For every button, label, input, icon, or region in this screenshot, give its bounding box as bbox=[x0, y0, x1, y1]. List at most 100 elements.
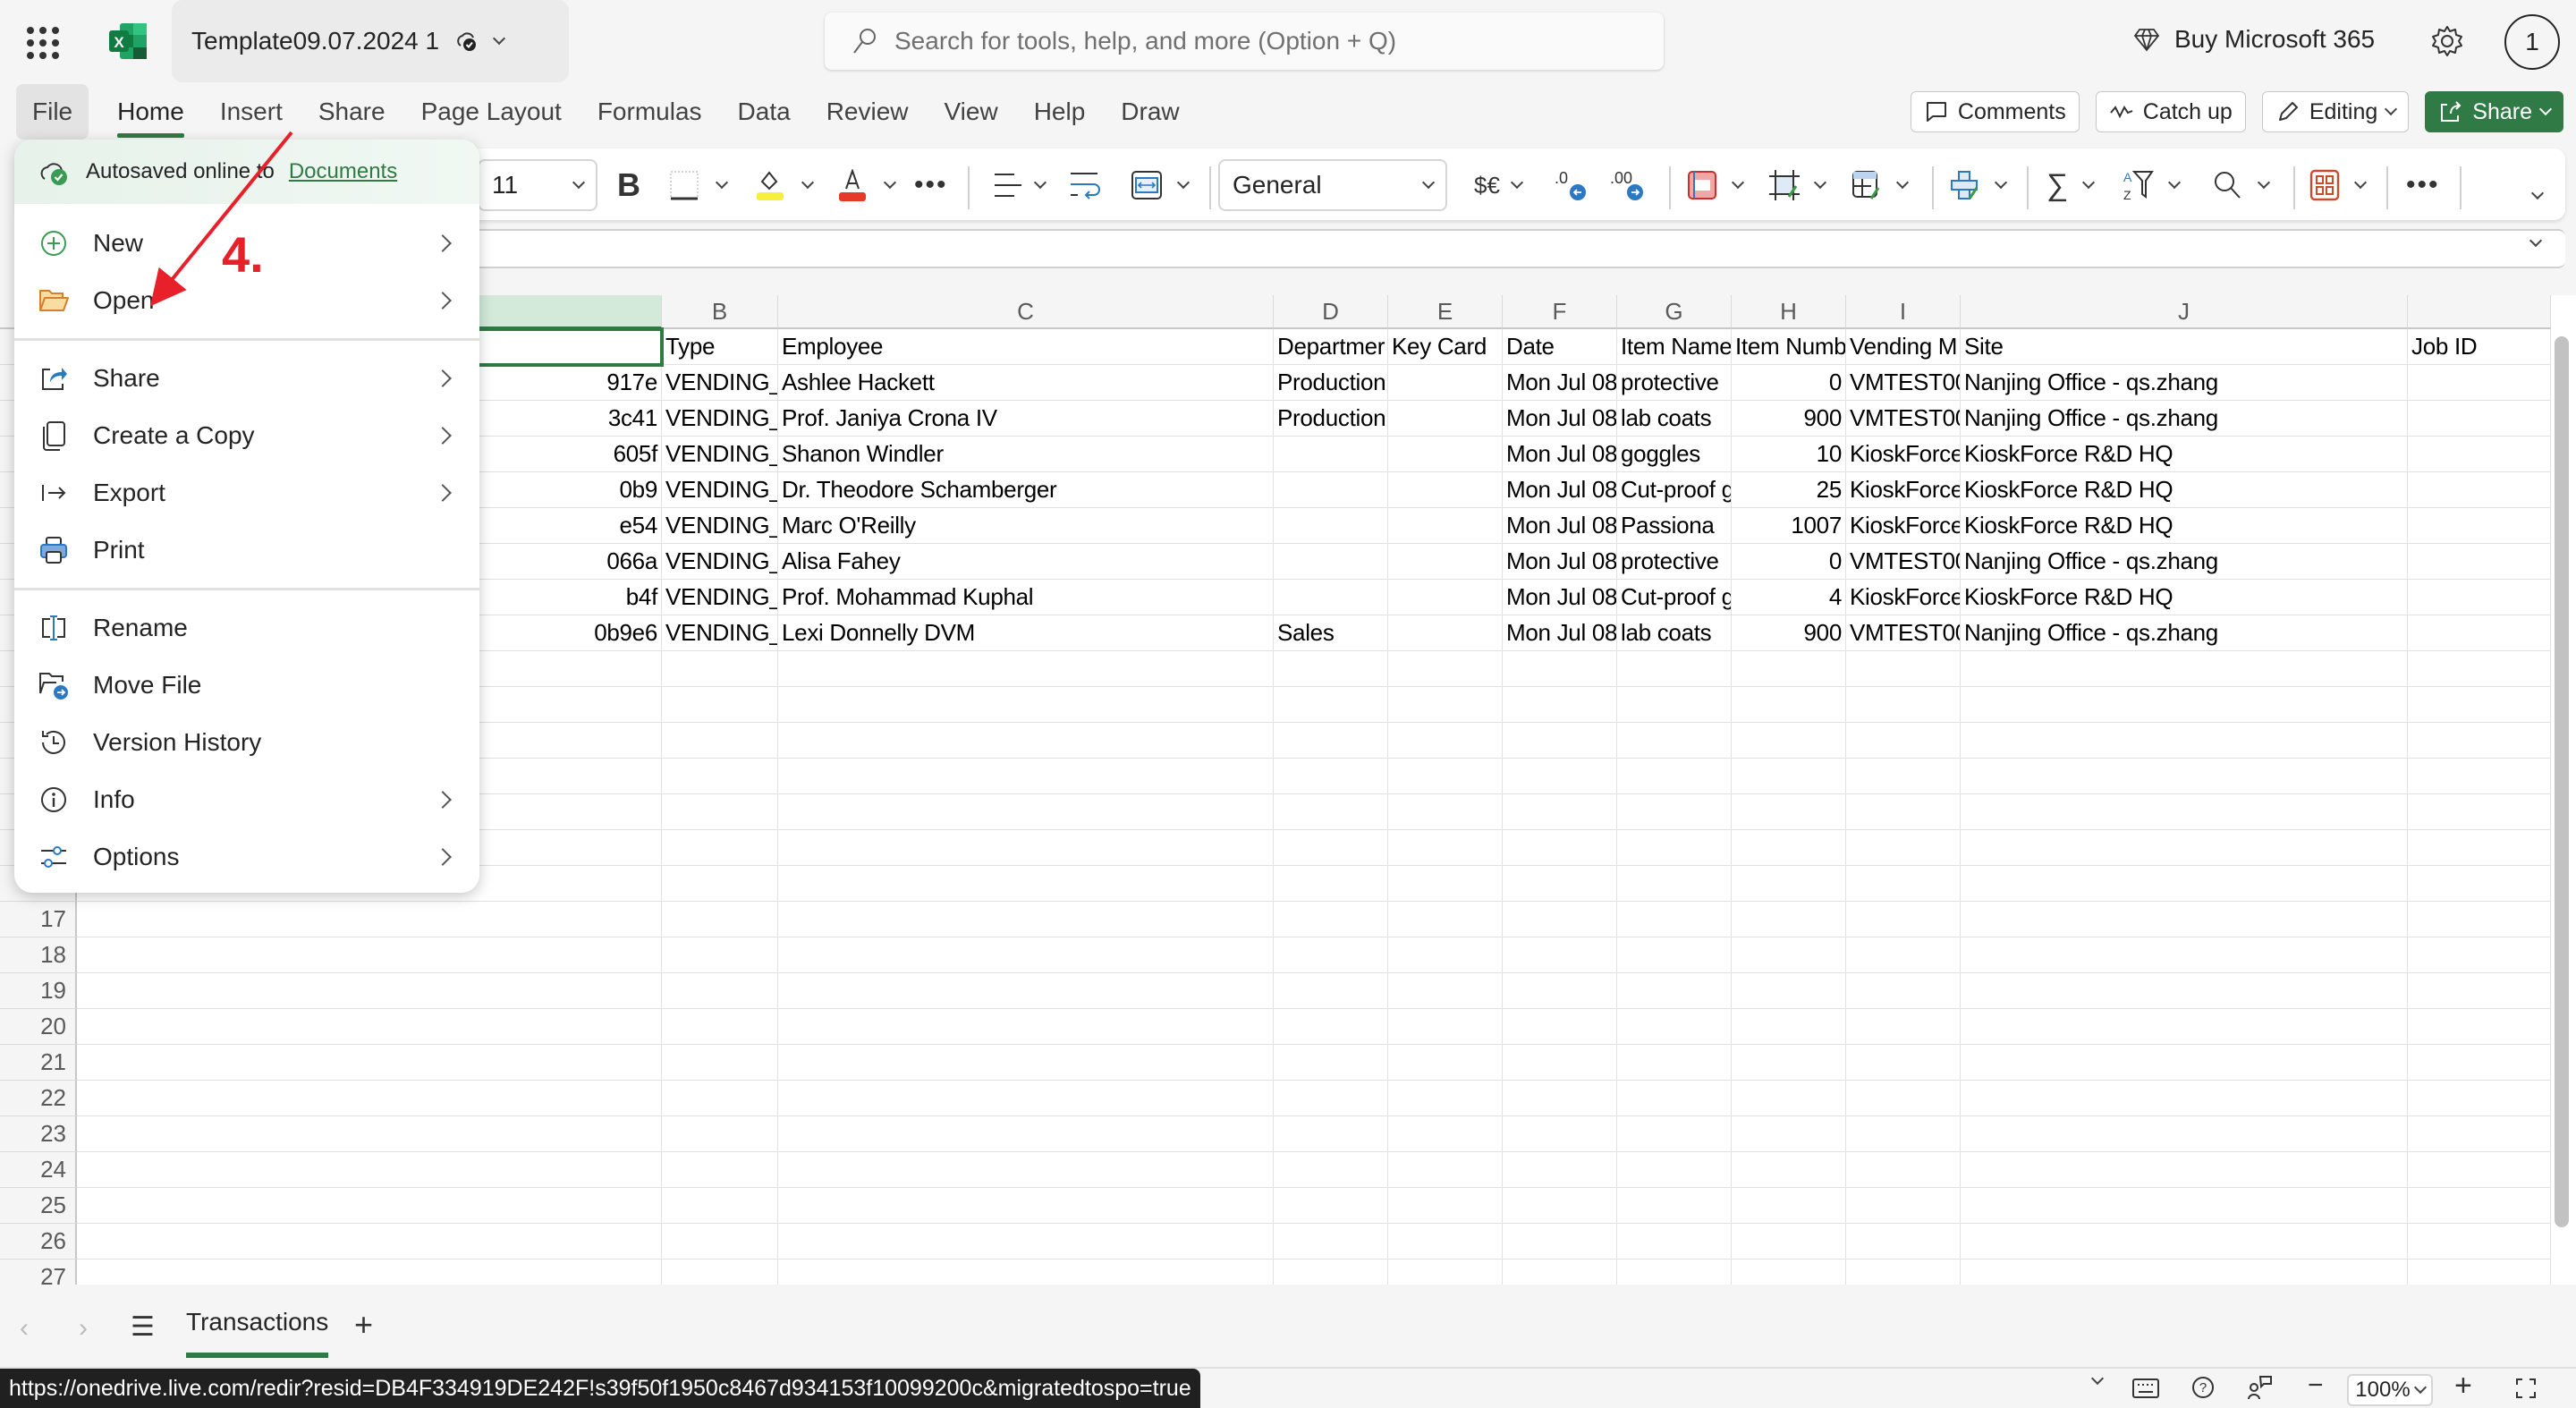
empty-cell[interactable] bbox=[2408, 1081, 2551, 1116]
empty-cell[interactable] bbox=[662, 866, 778, 902]
empty-cell[interactable] bbox=[1617, 1260, 1732, 1285]
row-header[interactable]: 22 bbox=[0, 1081, 77, 1116]
empty-cell[interactable] bbox=[2408, 651, 2551, 687]
empty-cell[interactable] bbox=[2408, 1224, 2551, 1260]
empty-cell[interactable] bbox=[1846, 794, 1961, 830]
feedback-icon[interactable] bbox=[2247, 1374, 2274, 1401]
data-cell[interactable]: 1007 bbox=[1732, 508, 1846, 544]
empty-cell[interactable] bbox=[662, 1081, 778, 1116]
scroll-sheets-left-icon[interactable]: ‹ bbox=[20, 1313, 29, 1344]
data-cell[interactable]: protective bbox=[1617, 544, 1732, 580]
data-cell[interactable] bbox=[1388, 365, 1503, 401]
data-cell[interactable]: Passiona bbox=[1617, 508, 1732, 544]
row-header[interactable]: 24 bbox=[0, 1152, 77, 1188]
empty-cell[interactable] bbox=[778, 1224, 1274, 1260]
empty-cell[interactable] bbox=[1732, 723, 1846, 759]
empty-cell[interactable] bbox=[662, 830, 778, 866]
file-menu-item-share[interactable]: Share bbox=[14, 350, 479, 407]
empty-cell[interactable] bbox=[1617, 759, 1732, 794]
file-menu-item-version-history[interactable]: Version History bbox=[14, 714, 479, 771]
row-header[interactable]: 27 bbox=[0, 1260, 77, 1285]
empty-cell[interactable] bbox=[1961, 794, 2408, 830]
empty-cell[interactable] bbox=[1388, 794, 1503, 830]
empty-cell[interactable] bbox=[662, 1224, 778, 1260]
row-header[interactable]: 19 bbox=[0, 973, 77, 1009]
empty-cell[interactable] bbox=[1388, 1224, 1503, 1260]
format-as-table-button[interactable] bbox=[1769, 165, 1827, 206]
empty-cell[interactable] bbox=[1503, 973, 1617, 1009]
empty-cell[interactable] bbox=[2408, 1152, 2551, 1188]
data-cell[interactable] bbox=[1388, 615, 1503, 651]
empty-cell[interactable] bbox=[1617, 866, 1732, 902]
empty-cell[interactable] bbox=[778, 830, 1274, 866]
empty-cell[interactable] bbox=[2408, 1116, 2551, 1152]
empty-cell[interactable] bbox=[1274, 651, 1388, 687]
empty-cell[interactable] bbox=[1503, 1045, 1617, 1081]
tab-page-layout[interactable]: Page Layout bbox=[403, 84, 580, 140]
empty-cell[interactable] bbox=[1846, 723, 1961, 759]
data-cell[interactable]: Ashlee Hackett bbox=[778, 365, 1274, 401]
data-cell[interactable] bbox=[2408, 544, 2551, 580]
empty-cell[interactable] bbox=[1617, 1224, 1732, 1260]
empty-cell[interactable] bbox=[1846, 973, 1961, 1009]
empty-cell[interactable] bbox=[1388, 1152, 1503, 1188]
tab-file[interactable]: File bbox=[16, 84, 89, 140]
empty-cell[interactable] bbox=[1274, 973, 1388, 1009]
column-header[interactable]: G bbox=[1617, 295, 1732, 329]
column-header[interactable]: F bbox=[1503, 295, 1617, 329]
empty-cell[interactable] bbox=[1961, 937, 2408, 973]
empty-cell[interactable] bbox=[1961, 1224, 2408, 1260]
header-cell[interactable]: Key Card bbox=[1388, 329, 1503, 365]
expand-formula-bar-icon[interactable] bbox=[2529, 233, 2543, 248]
data-cell[interactable]: 0 bbox=[1732, 365, 1846, 401]
buy-microsoft-365-link[interactable]: Buy Microsoft 365 bbox=[2133, 25, 2375, 54]
tab-insert[interactable]: Insert bbox=[202, 84, 301, 140]
data-cell[interactable]: VMTEST00 bbox=[1846, 615, 1961, 651]
empty-cell[interactable] bbox=[1732, 1152, 1846, 1188]
data-cell[interactable]: VENDING_ bbox=[662, 544, 778, 580]
data-cell[interactable] bbox=[1274, 544, 1388, 580]
document-title[interactable]: Template09.07.2024 1 bbox=[172, 0, 569, 82]
data-cell[interactable]: Production bbox=[1274, 365, 1388, 401]
empty-cell[interactable] bbox=[1617, 937, 1732, 973]
empty-cell[interactable] bbox=[662, 651, 778, 687]
empty-cell[interactable] bbox=[1274, 902, 1388, 937]
empty-cell[interactable] bbox=[1732, 1009, 1846, 1045]
increase-decimal-button[interactable]: .00 bbox=[1610, 165, 1646, 206]
empty-cell[interactable] bbox=[1732, 1260, 1846, 1285]
data-cell[interactable] bbox=[2408, 615, 2551, 651]
empty-cell[interactable] bbox=[1846, 1188, 1961, 1224]
column-header[interactable]: H bbox=[1732, 295, 1846, 329]
data-cell[interactable]: KioskForce bbox=[1846, 508, 1961, 544]
empty-cell[interactable] bbox=[2408, 1009, 2551, 1045]
keyboard-icon[interactable] bbox=[2132, 1378, 2159, 1399]
data-cell[interactable]: VMTEST00 bbox=[1846, 544, 1961, 580]
data-cell[interactable]: VENDING_ bbox=[662, 365, 778, 401]
empty-cell[interactable] bbox=[1388, 1081, 1503, 1116]
align-button[interactable] bbox=[991, 165, 1047, 206]
empty-cell[interactable] bbox=[1388, 973, 1503, 1009]
empty-cell[interactable] bbox=[1961, 651, 2408, 687]
expand-ribbon-button[interactable] bbox=[2530, 175, 2545, 216]
data-cell[interactable]: Production bbox=[1274, 401, 1388, 437]
empty-cell[interactable] bbox=[1732, 1188, 1846, 1224]
data-cell[interactable]: VENDING_ bbox=[662, 580, 778, 615]
empty-cell[interactable] bbox=[662, 1260, 778, 1285]
data-cell[interactable]: Marc O'Reilly bbox=[778, 508, 1274, 544]
column-header[interactable]: D bbox=[1274, 295, 1388, 329]
empty-cell[interactable] bbox=[2408, 759, 2551, 794]
header-cell[interactable]: Vending M bbox=[1846, 329, 1961, 365]
data-cell[interactable]: KioskForce bbox=[1846, 472, 1961, 508]
empty-cell[interactable] bbox=[1503, 1009, 1617, 1045]
empty-cell[interactable] bbox=[778, 1081, 1274, 1116]
empty-cell[interactable] bbox=[1388, 723, 1503, 759]
vertical-scrollbar[interactable] bbox=[2555, 336, 2569, 1227]
column-header[interactable] bbox=[2408, 295, 2551, 329]
data-cell[interactable]: Dr. Theodore Schamberger bbox=[778, 472, 1274, 508]
header-cell[interactable]: Item Name bbox=[1617, 329, 1732, 365]
empty-cell[interactable] bbox=[1274, 1116, 1388, 1152]
data-cell[interactable]: VENDING_ bbox=[662, 472, 778, 508]
empty-cell[interactable] bbox=[662, 973, 778, 1009]
empty-cell[interactable] bbox=[1617, 1081, 1732, 1116]
empty-cell[interactable] bbox=[662, 687, 778, 723]
